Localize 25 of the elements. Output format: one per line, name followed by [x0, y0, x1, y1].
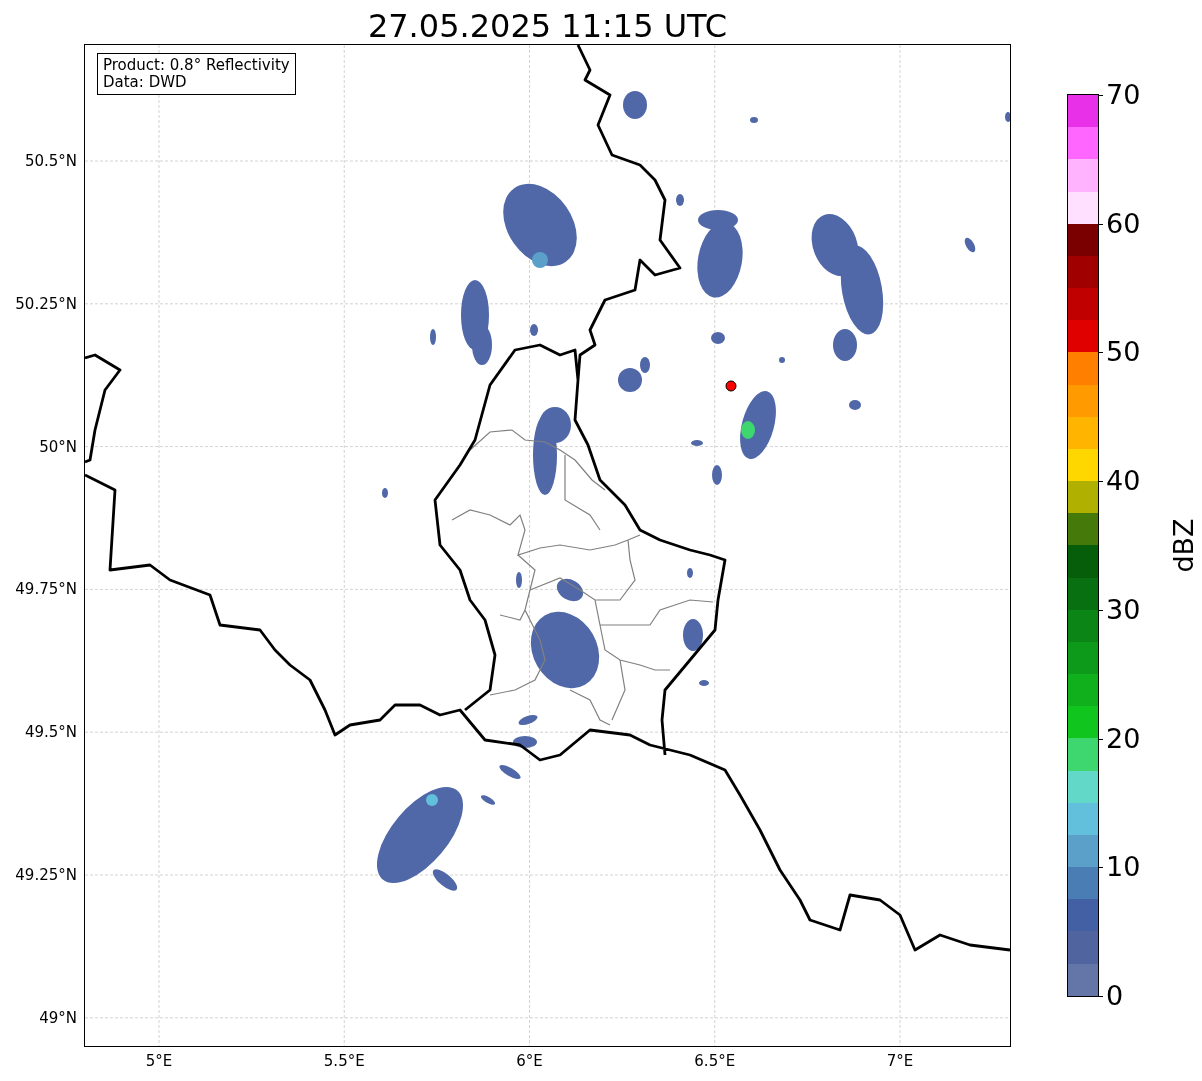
colorbar-label: dBZ: [1167, 518, 1199, 573]
colorbar-tick-label: 50: [1106, 336, 1141, 369]
axis-tick-label: 6.5°E: [693, 1052, 737, 1070]
colorbar-tick-label: 30: [1106, 593, 1141, 626]
colorbar-tick-label: 70: [1106, 79, 1141, 111]
axis-tick-label: 5°E: [144, 1052, 174, 1070]
axis-tick-label: 49.25°N: [15, 866, 77, 884]
colorbar-tick-label: 0: [1106, 980, 1124, 1012]
axis-tick-label: 50.5°N: [24, 152, 77, 170]
colorbar-tick-label: 20: [1106, 722, 1141, 755]
axis-tick-label: 6°E: [515, 1052, 544, 1070]
axis-tick-label: 5.5°E: [322, 1052, 366, 1070]
axis-tick-label: 49.5°N: [24, 723, 77, 742]
chart-title: 27.05.2025 11:15 UTC: [366, 6, 729, 45]
colorbar-tick-label: 10: [1106, 851, 1141, 884]
info-text: Product: 0.8° Reflectivity: [103, 57, 290, 74]
axis-tick-label: 7°E: [885, 1052, 915, 1070]
colorbar-tick-label: 60: [1106, 207, 1141, 240]
axis-tick-label: 49.75°N: [15, 580, 77, 599]
location-marker: [725, 380, 737, 392]
axis-tick-label: 50.25°N: [15, 294, 77, 313]
colorbar-tick-label: 40: [1106, 465, 1141, 498]
axis-tick-label: 50°N: [39, 437, 77, 456]
info-text: Data: DWD: [103, 74, 188, 91]
axis-tick-label: 49°N: [39, 1008, 77, 1027]
